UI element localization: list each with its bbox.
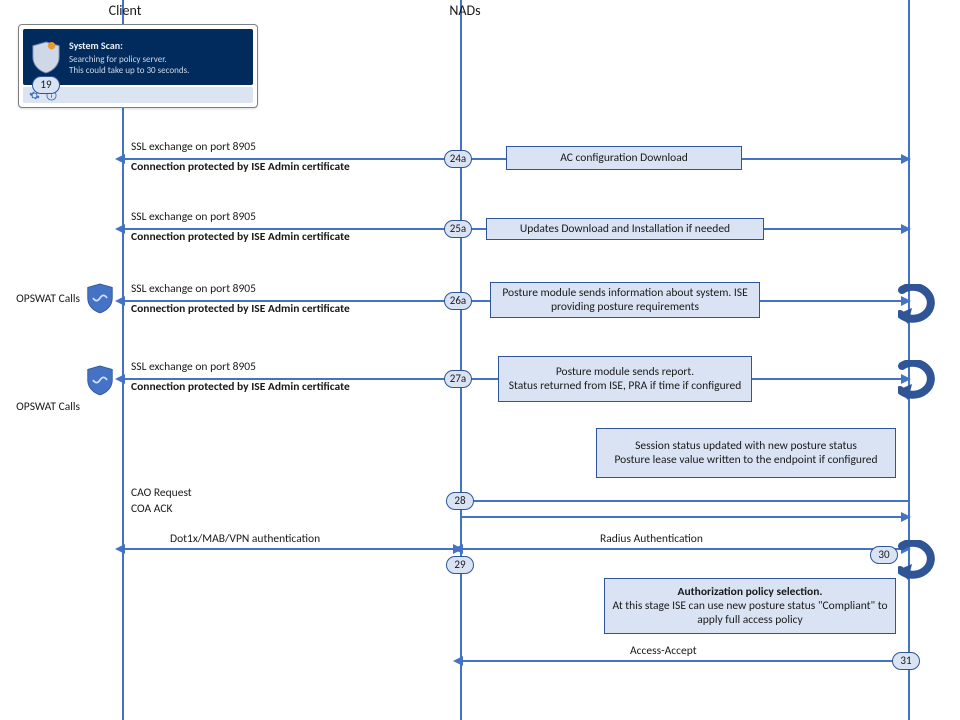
arrow-28-ack bbox=[460, 516, 908, 518]
cao-request-label: CAO Request bbox=[131, 486, 192, 500]
column-header-nads: NADs bbox=[420, 2, 510, 19]
column-header-client: Client bbox=[80, 2, 170, 19]
arrowhead-left bbox=[115, 154, 125, 164]
step-24a-box: AC configuration Download bbox=[506, 146, 742, 170]
shield-icon bbox=[86, 364, 114, 396]
arrowhead-right bbox=[901, 512, 911, 522]
sequence-diagram: Client NADs System Scan: Searching for p… bbox=[0, 0, 960, 720]
step-25a-box: Updates Download and Installation if nee… bbox=[486, 218, 764, 240]
ssl-line1-26a: SSL exchange on port 8905 bbox=[131, 282, 256, 296]
step-30-badge: 30 bbox=[870, 546, 898, 564]
arrowhead-left bbox=[115, 296, 125, 306]
ssl-line2-27a: Connection protected by ISE Admin certif… bbox=[131, 380, 350, 394]
auth-body: At this stage ISE can use new posture st… bbox=[611, 599, 889, 627]
scan-line2: This could take up to 30 seconds. bbox=[69, 65, 189, 76]
ssl-line2-25a: Connection protected by ISE Admin certif… bbox=[131, 230, 350, 244]
dot1x-label: Dot1x/MAB/VPN authentication bbox=[170, 532, 320, 546]
lifeline-nads bbox=[460, 0, 462, 720]
step-26a-badge: 26a bbox=[444, 292, 472, 310]
system-scan-widget: System Scan: Searching for policy server… bbox=[18, 24, 258, 108]
opswat-label-1: OPSWAT Calls bbox=[10, 292, 80, 306]
coa-ack-label: COA ACK bbox=[131, 502, 172, 516]
ssl-line1-25a: SSL exchange on port 8905 bbox=[131, 210, 256, 224]
arrowhead-left bbox=[453, 544, 463, 554]
step-26a-box: Posture module sends information about s… bbox=[490, 282, 760, 318]
loop-arrow-icon bbox=[898, 540, 942, 580]
scan-title: System Scan: bbox=[69, 39, 189, 52]
scan-line1: Searching for policy server. bbox=[69, 54, 167, 65]
opswat-label-2: OPSWAT Calls bbox=[10, 400, 80, 414]
step-25a-badge: 25a bbox=[444, 220, 472, 238]
step-28-badge: 28 bbox=[446, 492, 474, 510]
ssl-line1-24a: SSL exchange on port 8905 bbox=[131, 140, 256, 154]
auth-title: Authorization policy selection. bbox=[678, 585, 823, 599]
arrowhead-left bbox=[115, 544, 125, 554]
lifeline-client bbox=[122, 0, 124, 720]
session-status-note: Session status updated with new posture … bbox=[596, 428, 896, 478]
arrowhead-right bbox=[901, 224, 911, 234]
loop-arrow-icon bbox=[898, 360, 942, 400]
access-accept-label: Access-Accept bbox=[630, 644, 697, 658]
radius-label: Radius Authentication bbox=[600, 532, 703, 546]
arrowhead-left bbox=[115, 224, 125, 234]
loop-arrow-icon bbox=[898, 284, 942, 324]
ssl-line2-24a: Connection protected by ISE Admin certif… bbox=[131, 160, 350, 174]
arrow-29-right bbox=[460, 548, 908, 550]
shield-icon bbox=[31, 40, 61, 74]
arrowhead-left bbox=[453, 656, 463, 666]
ssl-line1-27a: SSL exchange on port 8905 bbox=[131, 360, 256, 374]
arrow-31 bbox=[460, 660, 908, 662]
step-27a-badge: 27a bbox=[444, 370, 472, 388]
arrow-28-req bbox=[460, 500, 908, 502]
authorization-policy-box: Authorization policy selection. At this … bbox=[604, 578, 896, 634]
step-27a-box: Posture module sends report. Status retu… bbox=[498, 356, 752, 402]
arrowhead-right bbox=[901, 154, 911, 164]
step-19-badge: 19 bbox=[32, 76, 60, 94]
step-31-badge: 31 bbox=[892, 652, 920, 670]
shield-icon bbox=[86, 282, 114, 314]
step-29-badge: 29 bbox=[446, 556, 474, 574]
step-24a-badge: 24a bbox=[444, 150, 472, 168]
arrowhead-left bbox=[115, 374, 125, 384]
ssl-line2-26a: Connection protected by ISE Admin certif… bbox=[131, 302, 350, 316]
arrow-29-left bbox=[122, 548, 460, 550]
